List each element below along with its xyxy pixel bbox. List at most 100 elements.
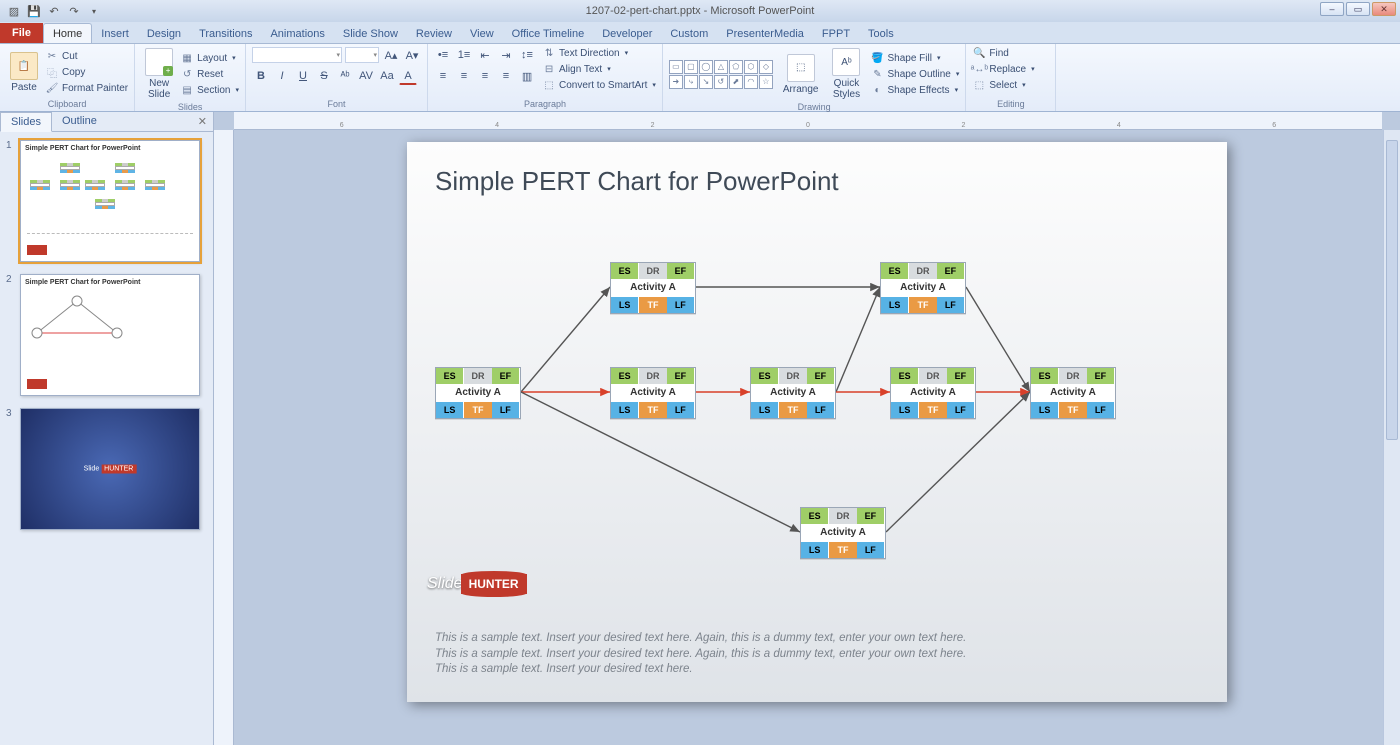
justify-button[interactable]: ≡	[497, 67, 515, 85]
shadow-button[interactable]: ᴬᵇ	[336, 67, 354, 85]
arrange-button[interactable]: ⬚Arrange	[779, 52, 823, 97]
tab-view[interactable]: View	[461, 24, 503, 43]
layout-button[interactable]: ▦Layout▾	[180, 51, 239, 65]
char-spacing-button[interactable]: AV	[357, 67, 375, 85]
font-color-button[interactable]: A	[399, 67, 417, 85]
cut-button[interactable]: ✂Cut	[45, 50, 128, 64]
branding-hunter: HUNTER	[461, 574, 527, 594]
branding-slide: Slide	[427, 575, 463, 593]
ribbon: 📋 Paste ✂Cut ⿻Copy 🖌Format Painter Clipb…	[0, 44, 1400, 112]
tab-design[interactable]: Design	[138, 24, 190, 43]
tab-insert[interactable]: Insert	[92, 24, 138, 43]
tab-presentermedia[interactable]: PresenterMedia	[717, 24, 813, 43]
font-family-select[interactable]	[252, 47, 342, 63]
bold-button[interactable]: B	[252, 67, 270, 85]
copy-button[interactable]: ⿻Copy	[45, 66, 128, 80]
pert-node[interactable]: ESDREFActivity ALSTFLF	[750, 367, 836, 419]
tab-transitions[interactable]: Transitions	[190, 24, 261, 43]
shrink-font-button[interactable]: A▾	[403, 46, 421, 64]
slide-thumbnail-3[interactable]: Slide HUNTER	[20, 408, 200, 530]
tab-tools[interactable]: Tools	[859, 24, 903, 43]
close-button[interactable]: ✕	[1372, 2, 1396, 16]
strike-button[interactable]: S	[315, 67, 333, 85]
slide-footer-text[interactable]: This is a sample text. Insert your desir…	[435, 631, 1199, 678]
shape-effects-button[interactable]: ◐Shape Effects▾	[870, 83, 959, 97]
quick-styles-button[interactable]: AᵇQuick Styles	[828, 46, 864, 102]
slide-panel: Slides Outline ✕ 1 Simple PERT Chart for…	[0, 112, 214, 745]
replace-button[interactable]: ᵃ↔ᵇReplace▾	[972, 62, 1049, 76]
tab-file[interactable]: File	[0, 23, 43, 43]
vertical-scrollbar[interactable]	[1383, 130, 1400, 745]
group-slides: New Slide ▦Layout▾ ↺Reset ▤Section▾ Slid…	[135, 44, 246, 111]
save-icon[interactable]: 💾	[26, 3, 42, 19]
smartart-icon: ⬚	[542, 78, 556, 92]
tab-custom[interactable]: Custom	[661, 24, 717, 43]
new-slide-button[interactable]: New Slide	[141, 46, 177, 102]
quick-styles-icon: Aᵇ	[832, 48, 860, 76]
underline-button[interactable]: U	[294, 67, 312, 85]
slide-canvas[interactable]: Simple PERT Chart for PowerPoint ESDREFA…	[407, 142, 1227, 702]
bullets-button[interactable]: •≡	[434, 46, 452, 64]
shape-outline-button[interactable]: ✎Shape Outline▾	[870, 67, 959, 81]
thumbnail-pert-preview	[25, 155, 195, 215]
pert-node[interactable]: ESDREFActivity ALSTFLF	[1030, 367, 1116, 419]
redo-icon[interactable]: ↷	[66, 3, 82, 19]
group-label-clipboard: Clipboard	[6, 99, 128, 111]
slide-panel-tabs: Slides Outline ✕	[0, 112, 213, 132]
slide-title[interactable]: Simple PERT Chart for PowerPoint	[435, 166, 1199, 197]
indent-button[interactable]: ⇥	[497, 46, 515, 64]
undo-icon[interactable]: ↶	[46, 3, 62, 19]
pert-chart[interactable]: ESDREFActivity ALSTFLF ESDREFActivity ALS…	[435, 207, 1199, 567]
group-label-font: Font	[252, 99, 421, 111]
pert-node[interactable]: ESDREFActivity ALSTFLF	[890, 367, 976, 419]
slide-thumbnail-2[interactable]: Simple PERT Chart for PowerPoint	[20, 274, 200, 396]
pert-node[interactable]: ESDREFActivity ALSTFLF	[435, 367, 521, 419]
convert-smartart-button[interactable]: ⬚Convert to SmartArt▾	[542, 78, 656, 92]
pert-node[interactable]: ESDREFActivity ALSTFLF	[800, 507, 886, 559]
grow-font-button[interactable]: A▴	[382, 46, 400, 64]
scrollbar-thumb[interactable]	[1386, 140, 1398, 440]
paste-button[interactable]: 📋 Paste	[6, 50, 42, 95]
text-direction-button[interactable]: ⇅Text Direction▾	[542, 46, 656, 60]
format-painter-button[interactable]: 🖌Format Painter	[45, 82, 128, 96]
outdent-button[interactable]: ⇤	[476, 46, 494, 64]
tab-slideshow[interactable]: Slide Show	[334, 24, 407, 43]
pert-node[interactable]: ESDREFActivity ALSTFLF	[610, 262, 696, 314]
line-spacing-button[interactable]: ↕≡	[518, 46, 536, 64]
slides-tab[interactable]: Slides	[0, 112, 52, 132]
minimize-button[interactable]: –	[1320, 2, 1344, 16]
select-button[interactable]: ⬚Select▾	[972, 78, 1049, 92]
align-text-button[interactable]: ⊟Align Text▾	[542, 62, 656, 76]
align-left-button[interactable]: ≡	[434, 67, 452, 85]
numbering-button[interactable]: 1≡	[455, 46, 473, 64]
change-case-button[interactable]: Aa	[378, 67, 396, 85]
tab-home[interactable]: Home	[43, 23, 92, 43]
reset-button[interactable]: ↺Reset	[180, 67, 239, 81]
thumb-number: 2	[6, 274, 16, 396]
tab-officetimeline[interactable]: Office Timeline	[503, 24, 594, 43]
pert-node[interactable]: ESDREFActivity ALSTFLF	[880, 262, 966, 314]
pert-node[interactable]: ESDREFActivity ALSTFLF	[610, 367, 696, 419]
align-center-button[interactable]: ≡	[455, 67, 473, 85]
maximize-button[interactable]: ▭	[1346, 2, 1370, 16]
tab-animations[interactable]: Animations	[261, 24, 333, 43]
columns-button[interactable]: ▥	[518, 67, 536, 85]
shape-fill-button[interactable]: 🪣Shape Fill▾	[870, 51, 959, 65]
slide-thumbnail-1[interactable]: Simple PERT Chart for PowerPoint	[20, 140, 200, 262]
brush-icon: 🖌	[45, 82, 59, 96]
group-label-paragraph: Paragraph	[434, 99, 656, 111]
tab-developer[interactable]: Developer	[593, 24, 661, 43]
font-size-select[interactable]	[345, 47, 379, 63]
qat-more-icon[interactable]: ▾	[86, 3, 102, 19]
align-right-button[interactable]: ≡	[476, 67, 494, 85]
group-drawing: ▭▢◯△⬠⬡◇ ➜⤷↘↺⬈◠☆ ⬚Arrange AᵇQuick Styles …	[663, 44, 966, 111]
shapes-gallery[interactable]: ▭▢◯△⬠⬡◇ ➜⤷↘↺⬈◠☆	[669, 60, 773, 89]
tab-review[interactable]: Review	[407, 24, 461, 43]
italic-button[interactable]: I	[273, 67, 291, 85]
section-button[interactable]: ▤Section▾	[180, 83, 239, 97]
group-clipboard: 📋 Paste ✂Cut ⿻Copy 🖌Format Painter Clipb…	[0, 44, 135, 111]
panel-close-button[interactable]: ✕	[192, 112, 213, 131]
tab-fppt[interactable]: FPPT	[813, 24, 859, 43]
find-button[interactable]: 🔍Find	[972, 46, 1049, 60]
outline-tab[interactable]: Outline	[52, 112, 107, 131]
